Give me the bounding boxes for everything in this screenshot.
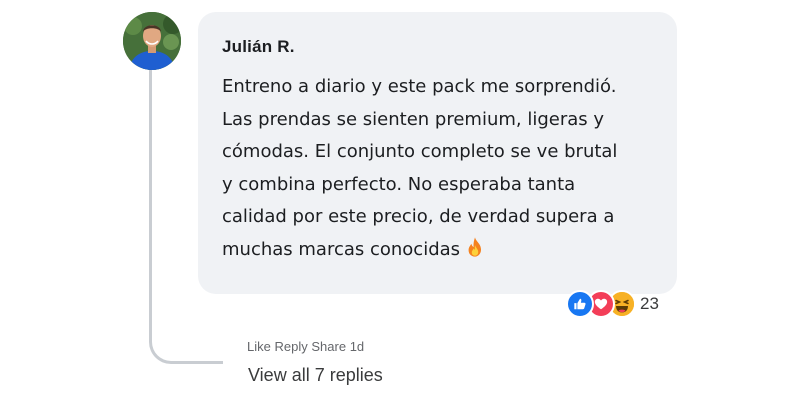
reaction-count: 23 (640, 294, 659, 313)
avatar-image (123, 12, 181, 70)
share-action-link[interactable]: Share (311, 339, 346, 354)
comment-bubble: Julián R. Entreno a diario y este pack m… (198, 12, 677, 294)
reply-action-link[interactable]: Reply (274, 339, 307, 354)
fire-icon (468, 236, 482, 257)
comment-text: Entreno a diario y este pack me sorprend… (222, 76, 618, 260)
like-reaction-icon (566, 290, 594, 318)
reactions-summary[interactable]: 23 (566, 290, 659, 318)
view-replies-link[interactable]: View all 7 replies (248, 365, 383, 386)
comment-thread: Julián R. Entreno a diario y este pack m… (0, 0, 800, 400)
avatar[interactable] (123, 12, 181, 70)
thumbs-up-icon (574, 298, 586, 310)
heart-icon (594, 298, 608, 310)
like-action-link[interactable]: Like (247, 339, 271, 354)
comment-actions: Like Reply Share 1d (247, 339, 364, 354)
comment-timestamp: 1d (349, 339, 365, 354)
comment-body: Entreno a diario y este pack me sorprend… (222, 71, 657, 266)
comment-author[interactable]: Julián R. (222, 37, 657, 57)
